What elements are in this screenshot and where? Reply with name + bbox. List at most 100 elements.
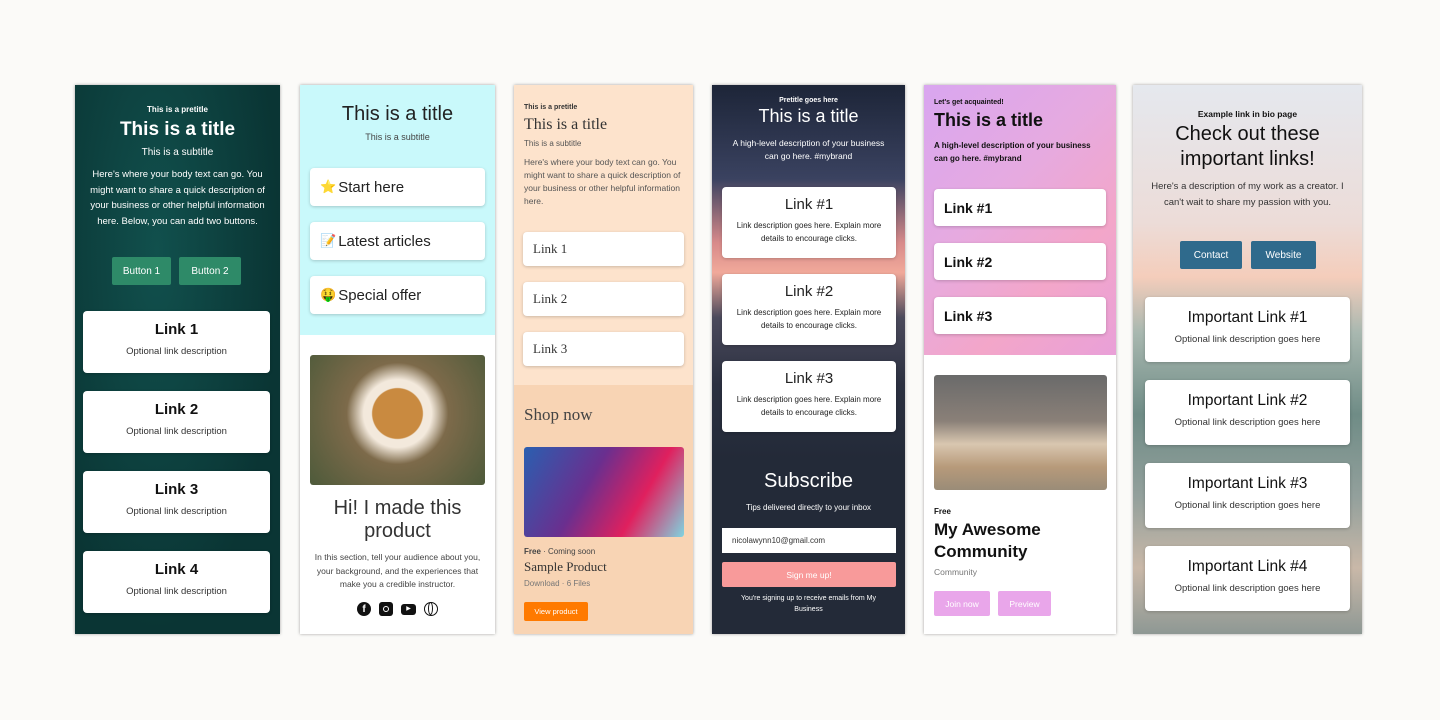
template-card-2[interactable]: This is a title This is a subtitle ⭐ Star… (300, 85, 495, 634)
contact-button[interactable]: Contact (1180, 241, 1242, 269)
link-title: Important Link #1 (1187, 309, 1308, 326)
template-card-6[interactable]: Example link in bio page Check out these… (1133, 85, 1362, 634)
shop-heading: Shop now (524, 405, 593, 424)
link-button[interactable]: Link #2 (934, 243, 1106, 280)
link-button[interactable]: Link 3 (523, 332, 684, 366)
puppies-photo (934, 375, 1107, 490)
view-product-button[interactable]: View product (524, 602, 588, 621)
link-label: Link 3 (533, 341, 568, 356)
link-description: Optional link description (126, 506, 227, 517)
link-card[interactable]: Link #2 Link description goes here. Expla… (722, 274, 896, 345)
globe-icon[interactable] (424, 602, 438, 616)
link-description: Optional link description goes here (1174, 417, 1321, 428)
link-button[interactable]: 📝 Latest articles (310, 222, 485, 260)
email-input[interactable]: nicolawynn10@gmail.com (722, 528, 896, 553)
link-card[interactable]: Link #3 Link description goes here. Expla… (722, 361, 896, 432)
product-name: Sample Product (524, 559, 607, 574)
section-heading: Hi! I made this product (333, 497, 462, 542)
link-title: Link #3 (784, 370, 834, 387)
body-text: Here's where your body text can go. You … (524, 157, 681, 206)
community-name: My Awesome Community (934, 520, 1041, 561)
template-card-4[interactable]: Pretitle goes here This is a title A hig… (712, 85, 905, 634)
link-title: Link 3 (154, 481, 199, 498)
link-label: Link #2 (944, 253, 993, 270)
social-links: f ▶ (357, 602, 438, 616)
link-card[interactable]: Important Link #3 Optional link descripti… (1145, 463, 1350, 528)
button-2[interactable]: Button 2 (179, 257, 241, 285)
body-text: Here's where your body text can go. You … (90, 169, 265, 227)
link-description: Optional link description goes here (1174, 583, 1321, 594)
link-button[interactable]: ⭐ Start here (310, 168, 485, 206)
subtitle: This is a subtitle (365, 132, 430, 142)
title: This is a title (934, 110, 1044, 130)
youtube-icon[interactable]: ▶ (401, 604, 416, 615)
join-now-button[interactable]: Join now (934, 591, 990, 616)
template-card-3[interactable]: This is a pretitle This is a title This … (514, 85, 693, 634)
file-count: 6 Files (566, 579, 591, 588)
button-1[interactable]: Button 1 (112, 257, 171, 285)
link-button[interactable]: Link 1 (523, 232, 684, 266)
link-description: Optional link description goes here (1174, 500, 1321, 511)
title: This is a title (758, 106, 859, 126)
link-card[interactable]: Link #1 Link description goes here. Expla… (722, 187, 896, 258)
link-button[interactable]: Link #1 (934, 189, 1106, 226)
title: This is a title (341, 103, 454, 125)
emoji-icon: 📝 (320, 233, 337, 248)
link-title: Link 1 (154, 321, 199, 338)
link-title: Link 2 (154, 401, 199, 418)
link-card[interactable]: Link 1 Optional link description (83, 311, 270, 373)
body-text: A high-level description of your busines… (732, 138, 885, 161)
link-label: Latest articles (338, 232, 431, 250)
link-description: Link description goes here. Explain more… (736, 395, 882, 417)
link-title: Link 4 (154, 561, 199, 578)
subscribe-subtitle: Tips delivered directly to your inbox (745, 503, 872, 512)
link-title: Link #1 (784, 196, 834, 213)
link-card[interactable]: Important Link #2 Optional link descripti… (1145, 380, 1350, 445)
pretitle: This is a pretitle (147, 105, 208, 114)
link-title: Important Link #3 (1187, 475, 1308, 492)
body-text: Here's a description of my work as a cre… (1151, 181, 1344, 208)
link-description: Optional link description goes here (1174, 334, 1321, 345)
link-title: Link #2 (784, 283, 834, 300)
subtitle: This is a subtitle (524, 139, 582, 148)
pretitle: Pretitle goes here (779, 97, 838, 104)
body-text: A high-level description of your busines… (934, 141, 1091, 163)
link-button[interactable]: Link 2 (523, 282, 684, 316)
dog-photo (310, 355, 485, 485)
pretitle: This is a pretitle (524, 104, 578, 111)
link-label: Link #3 (944, 307, 993, 324)
emoji-icon: ⭐ (320, 179, 337, 194)
link-description: Link description goes here. Explain more… (736, 221, 882, 243)
price: Free (524, 547, 541, 556)
link-card[interactable]: Link 3 Optional link description (83, 471, 270, 533)
link-description: Optional link description (126, 346, 227, 357)
link-description: Optional link description (126, 426, 227, 437)
price: Free (934, 507, 951, 516)
website-button[interactable]: Website (1251, 241, 1316, 269)
link-label: Start here (338, 178, 405, 196)
community-type: Community (934, 567, 977, 577)
preview-button[interactable]: Preview (998, 591, 1051, 616)
link-card[interactable]: Important Link #1 Optional link descripti… (1145, 297, 1350, 362)
link-button[interactable]: Link #3 (934, 297, 1106, 334)
pretitle: Let's get acquainted! (934, 99, 1004, 106)
section-body: In this section, tell your audience abou… (314, 552, 481, 589)
subtitle: This is a subtitle (141, 147, 214, 158)
link-description: Link description goes here. Explain more… (736, 308, 882, 330)
facebook-icon[interactable]: f (357, 602, 371, 616)
subscribe-title: Subscribe (764, 470, 853, 492)
link-card[interactable]: Link 2 Optional link description (83, 391, 270, 453)
sign-up-button[interactable]: Sign me up! (722, 562, 896, 587)
link-card[interactable]: Link 4 Optional link description (83, 551, 270, 613)
signup-note: You're signing up to receive emails from… (741, 595, 876, 613)
pretitle: Example link in bio page (1197, 109, 1298, 119)
link-description: Optional link description (126, 586, 227, 597)
link-title: Important Link #2 (1187, 392, 1308, 409)
link-label: Link 2 (533, 291, 568, 306)
link-card[interactable]: Important Link #4 Optional link descripti… (1145, 546, 1350, 611)
instagram-icon[interactable] (379, 602, 393, 616)
template-card-5[interactable]: Let's get acquainted! This is a title A … (924, 85, 1116, 634)
template-card-1[interactable]: This is a pretitle This is a title This … (75, 85, 280, 634)
link-button[interactable]: 🤑 Special offer (310, 276, 485, 314)
product-image (524, 447, 684, 537)
